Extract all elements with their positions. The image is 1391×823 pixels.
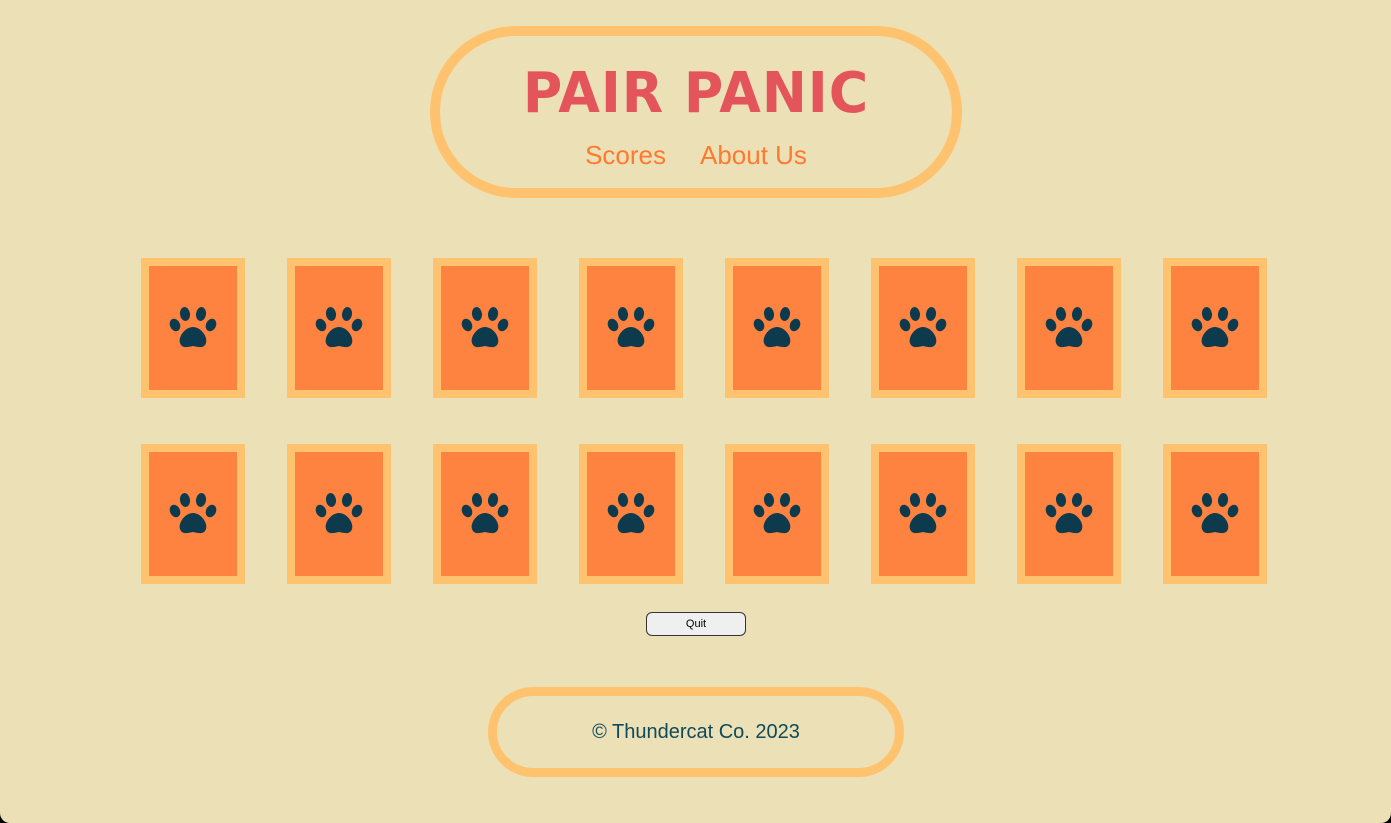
paw-icon — [607, 492, 655, 536]
footer-frame: © Thundercat Co. 2023 — [488, 687, 904, 777]
nav-link-about-us[interactable]: About Us — [700, 140, 807, 171]
memory-card[interactable] — [1017, 258, 1121, 398]
nav-link-scores[interactable]: Scores — [585, 140, 666, 171]
paw-icon — [753, 492, 801, 536]
memory-card[interactable] — [287, 258, 391, 398]
paw-icon — [315, 492, 363, 536]
paw-icon — [1191, 492, 1239, 536]
paw-icon — [753, 306, 801, 350]
page: PAIR PANIC Scores About Us Quit © Thunde… — [0, 0, 1391, 823]
paw-icon — [1191, 306, 1239, 350]
memory-card[interactable] — [1163, 444, 1267, 584]
paw-icon — [899, 306, 947, 350]
memory-card[interactable] — [725, 444, 829, 584]
memory-card[interactable] — [1163, 258, 1267, 398]
memory-card[interactable] — [579, 444, 683, 584]
memory-card[interactable] — [433, 258, 537, 398]
paw-icon — [315, 306, 363, 350]
memory-card[interactable] — [433, 444, 537, 584]
paw-icon — [1045, 492, 1093, 536]
main-nav: Scores About Us — [440, 140, 952, 171]
paw-icon — [461, 492, 509, 536]
memory-card[interactable] — [871, 258, 975, 398]
memory-card[interactable] — [1017, 444, 1121, 584]
paw-icon — [1045, 306, 1093, 350]
paw-icon — [169, 306, 217, 350]
paw-icon — [899, 492, 947, 536]
memory-card[interactable] — [871, 444, 975, 584]
paw-icon — [169, 492, 217, 536]
quit-button[interactable]: Quit — [646, 612, 746, 636]
page-title: PAIR PANIC — [522, 61, 870, 126]
card-grid — [141, 258, 1267, 584]
copyright-text: © Thundercat Co. 2023 — [592, 720, 800, 743]
header-frame: PAIR PANIC Scores About Us — [430, 26, 962, 198]
memory-card[interactable] — [141, 444, 245, 584]
memory-card[interactable] — [579, 258, 683, 398]
memory-card[interactable] — [141, 258, 245, 398]
paw-icon — [607, 306, 655, 350]
paw-icon — [461, 306, 509, 350]
memory-card[interactable] — [725, 258, 829, 398]
memory-card[interactable] — [287, 444, 391, 584]
